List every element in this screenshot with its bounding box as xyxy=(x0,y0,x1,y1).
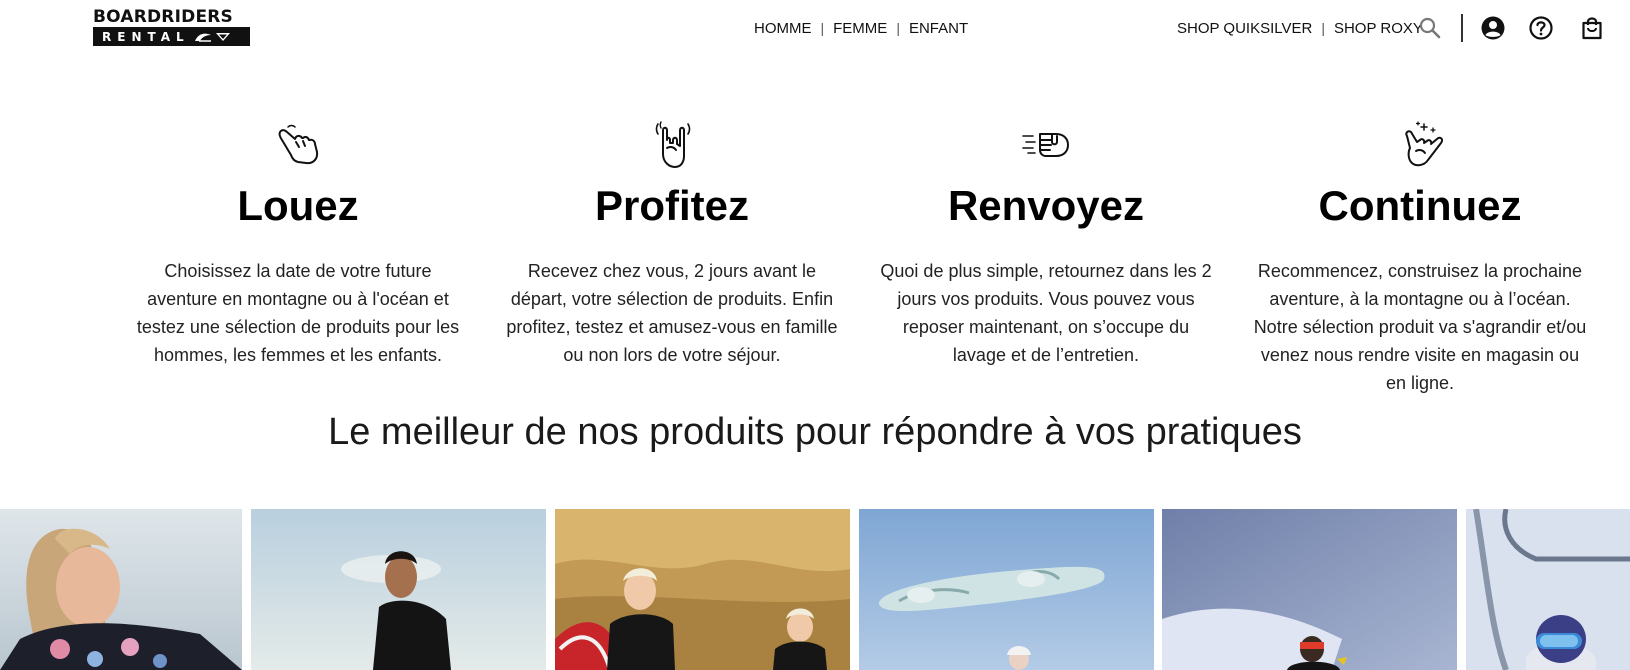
boardriders-rental-logo[interactable]: BOARDRIDERS RENTAL xyxy=(93,8,251,46)
nav-femme[interactable]: FEMME xyxy=(833,20,887,37)
main-nav: HOMME | FEMME | ENFANT xyxy=(754,19,969,37)
nav-homme[interactable]: HOMME xyxy=(754,20,812,37)
product-card-surfer-man[interactable] xyxy=(251,509,546,670)
step-renvoyez: Renvoyez Quoi de plus simple, retournez … xyxy=(871,118,1221,369)
product-card-skier-chairlift[interactable] xyxy=(1466,509,1630,670)
nav-shop-roxy[interactable]: SHOP ROXY xyxy=(1334,20,1423,37)
step-description: Choisissez la date de votre future avent… xyxy=(136,261,460,365)
product-card-roxy-surfer[interactable] xyxy=(0,509,242,670)
nav-shop-quiksilver[interactable]: SHOP QUIKSILVER xyxy=(1177,20,1312,37)
step-title: Continuez xyxy=(1318,182,1522,229)
brand-marks-icon xyxy=(194,32,231,42)
site-header: BOARDRIDERS RENTAL HOMME | FEMME | ENFAN… xyxy=(0,0,1630,56)
logo-wordmark: BOARDRIDERS xyxy=(93,7,233,27)
shop-nav: SHOP QUIKSILVER | SHOP ROXY xyxy=(1177,19,1423,37)
step-description: Recommencez, construisez la prochaine av… xyxy=(1253,261,1587,393)
cart-icon[interactable] xyxy=(1579,15,1605,41)
product-card-snowboarder[interactable] xyxy=(1162,509,1457,670)
step-title: Renvoyez xyxy=(947,182,1145,229)
step-louez: Louez Choisissez la date de votre future… xyxy=(123,118,473,369)
account-icon[interactable] xyxy=(1480,15,1506,41)
step-description: Recevez chez vous, 2 jours avant le dépa… xyxy=(506,261,838,365)
step-description: Quoi de plus simple, retournez dans les … xyxy=(880,261,1212,365)
step-title: Profitez xyxy=(594,182,749,229)
product-card-kids-surf[interactable] xyxy=(555,509,850,670)
step-profitez: Profitez Recevez chez vous, 2 jours avan… xyxy=(497,118,847,369)
rock-hand-icon xyxy=(497,118,847,170)
shaka-hand-icon xyxy=(1245,118,1595,170)
logo-subtitle: RENTAL xyxy=(102,29,190,44)
pointing-hand-icon xyxy=(123,118,473,170)
header-divider xyxy=(1461,14,1463,42)
section-heading: Le meilleur de nos produits pour répondr… xyxy=(328,411,1302,453)
step-continuez: Continuez Recommencez, construisez la pr… xyxy=(1245,118,1595,397)
step-title: Louez xyxy=(237,182,359,229)
product-card-snowboard[interactable] xyxy=(859,509,1154,670)
help-icon[interactable] xyxy=(1528,15,1554,41)
sending-hand-icon xyxy=(871,118,1221,170)
search-icon[interactable] xyxy=(1417,15,1443,41)
nav-enfant[interactable]: ENFANT xyxy=(909,20,968,37)
